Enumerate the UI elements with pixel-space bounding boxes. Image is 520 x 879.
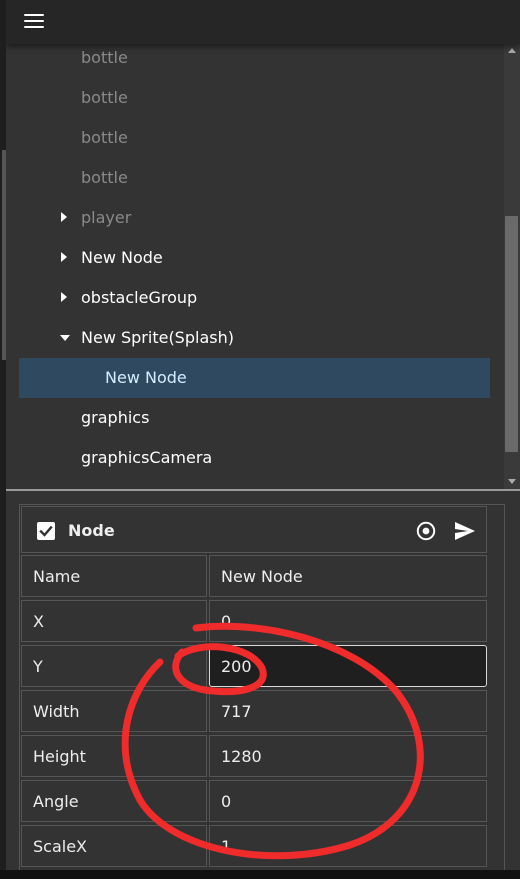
node-component: Node Name New Node X 0 Y 200 Width 717 Height 128… <box>19 504 505 870</box>
property-name-cell: X <box>21 600 207 642</box>
property-name: Height <box>33 747 86 766</box>
property-row: Angle 0 <box>21 780 487 822</box>
property-name: ScaleX <box>33 837 88 856</box>
tree-item-label: bottle <box>81 128 128 147</box>
collapsed-arrow-icon[interactable] <box>61 212 67 222</box>
property-row: Width 717 <box>21 690 487 732</box>
send-icon[interactable] <box>454 521 476 541</box>
property-name: Width <box>33 702 80 721</box>
tree-item[interactable]: bottle <box>19 38 490 78</box>
collapsed-arrow-icon[interactable] <box>61 252 67 262</box>
property-value-field[interactable]: 1 <box>209 825 487 867</box>
property-name: Angle <box>33 792 79 811</box>
property-value: 0 <box>221 792 232 811</box>
tree-scrollbar-thumb[interactable] <box>505 216 518 452</box>
tree-item[interactable]: bottle <box>19 78 490 118</box>
property-value-field[interactable]: 717 <box>209 690 487 732</box>
hamburger-icon[interactable] <box>24 14 44 28</box>
tree-item-label: bottle <box>81 48 128 67</box>
tree-item-label: New Node <box>81 248 163 267</box>
property-value-field[interactable]: 0 <box>209 780 487 822</box>
tree-item-label: New Node <box>105 368 187 387</box>
tree-item-label: New Sprite(Splash) <box>81 328 234 347</box>
property-value: 200 <box>221 657 252 676</box>
tree-item[interactable]: New Node <box>19 238 490 278</box>
property-value: New Node <box>221 567 303 586</box>
top-bar <box>6 0 520 44</box>
tree-item-label: graphicsCamera <box>81 448 213 467</box>
property-name-cell: ScaleX <box>21 825 207 867</box>
property-name: Y <box>33 657 43 676</box>
property-row: Height 1280 <box>21 735 487 777</box>
tree-item[interactable]: bottle <box>19 158 490 198</box>
property-row: ScaleX 1 <box>21 825 487 867</box>
target-icon[interactable] <box>416 521 436 541</box>
tree-item[interactable]: obstacleGroup <box>19 278 490 318</box>
scroll-up-icon[interactable] <box>508 48 516 53</box>
property-row: Name New Node <box>21 555 487 597</box>
property-value-field[interactable]: 1280 <box>209 735 487 777</box>
property-value: 0 <box>221 612 232 631</box>
inspector-panel: Node Name New Node X 0 Y 200 Width 717 Height 128… <box>6 491 520 870</box>
property-name: X <box>33 612 44 631</box>
property-value-field[interactable]: 0 <box>209 600 487 642</box>
property-row: Y 200 <box>21 645 487 687</box>
property-value: 1 <box>221 837 232 856</box>
tree-item[interactable]: New Sprite(Splash) <box>19 318 490 358</box>
scene-tree: bottle bottle bottle bottle player New Node ob… <box>6 38 504 488</box>
bottom-edge <box>0 870 520 879</box>
property-row: X0 <box>21 600 487 642</box>
property-value: 1280 <box>221 747 262 766</box>
property-name-cell: Width <box>21 690 207 732</box>
collapsed-arrow-icon[interactable] <box>61 292 67 302</box>
property-name-cell: Height <box>21 735 207 777</box>
property-value-field[interactable]: New Node <box>209 555 487 597</box>
tree-item-label: bottle <box>81 168 128 187</box>
tree-item[interactable]: New Node <box>19 358 490 398</box>
tree-item-label: graphics <box>81 408 150 427</box>
checkmark-icon <box>39 525 53 537</box>
tree-item[interactable]: graphics <box>19 398 490 438</box>
tree-item[interactable]: bottle <box>19 118 490 158</box>
component-title: Node <box>68 521 115 540</box>
tree-item-label: obstacleGroup <box>81 288 198 307</box>
property-name-cell: Name <box>21 555 207 597</box>
property-name-cell: Y <box>21 645 207 687</box>
property-value-field[interactable]: 200 <box>209 645 487 687</box>
property-name-cell: Angle <box>21 780 207 822</box>
property-name: Name <box>33 567 81 586</box>
editor-panel: bottle bottle bottle bottle player New Node ob… <box>6 0 520 870</box>
tree-item-label: player <box>81 208 132 227</box>
tree-item[interactable]: player <box>19 198 490 238</box>
expanded-arrow-icon[interactable] <box>60 335 70 341</box>
tree-item-label: bottle <box>81 88 128 107</box>
node-component-header: Node <box>21 506 487 553</box>
tree-scrollbar[interactable] <box>504 44 520 490</box>
property-value: 717 <box>221 702 252 721</box>
scroll-down-icon[interactable] <box>508 479 516 484</box>
tree-item[interactable]: graphicsCamera <box>19 438 490 478</box>
enabled-checkbox[interactable] <box>37 522 55 540</box>
